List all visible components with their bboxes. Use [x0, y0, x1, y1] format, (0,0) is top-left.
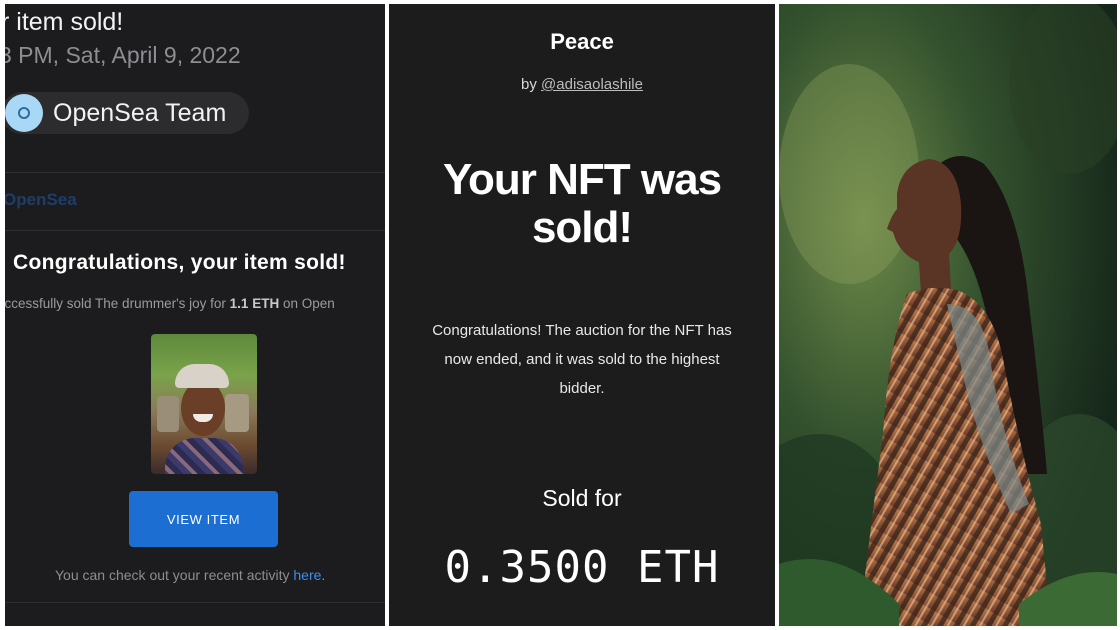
email-footer: You can check out your recent activity h…	[55, 567, 325, 583]
body-prefix: uccessfully sold The drummer's joy for	[5, 296, 230, 311]
photo-scene	[779, 4, 1117, 626]
by-label: by	[521, 76, 537, 93]
body-amount: 1.1 ETH	[229, 296, 280, 311]
sold-headline: Your NFT was sold!	[389, 156, 775, 252]
cash-bundle-left	[157, 396, 179, 432]
nft-title: Peace	[550, 29, 614, 54]
sender-chip[interactable]: OpenSea Team	[5, 92, 249, 134]
face	[181, 380, 225, 436]
hat	[175, 364, 229, 388]
cash-bundle-right	[225, 394, 249, 432]
footer-text: You can check out your recent activity	[55, 567, 294, 583]
divider	[5, 602, 385, 603]
dress	[165, 438, 243, 474]
divider	[5, 230, 385, 231]
activity-link[interactable]: here	[293, 567, 321, 583]
artist-link[interactable]: @adisaolashile	[541, 76, 643, 93]
nft-thumbnail-image[interactable]	[151, 334, 257, 474]
email-panel: r item sold! 3 PM, Sat, April 9, 2022 Op…	[5, 4, 385, 626]
footer-end: .	[321, 567, 326, 583]
sale-price: 0.3500 ETH	[444, 542, 720, 593]
nft-byline: by @adisaolashile	[389, 76, 775, 93]
nft-sold-panel: Peace by @adisaolashile Your NFT was sol…	[389, 4, 775, 626]
sold-headline-line2: sold!	[531, 203, 633, 252]
email-headline: Congratulations, your item sold!	[13, 251, 346, 274]
portrait-photo	[779, 4, 1117, 626]
email-date: 3 PM, Sat, April 9, 2022	[5, 42, 241, 68]
avatar	[5, 94, 43, 132]
sold-for-label: Sold for	[542, 485, 622, 511]
foliage-blur	[779, 64, 919, 284]
divider	[5, 172, 385, 173]
auction-message: Congratulations! The auction for the NFT…	[432, 322, 732, 397]
body-suffix: on Open	[279, 296, 335, 311]
sender-name: OpenSea Team	[53, 99, 227, 127]
sold-headline-line1: Your NFT was	[442, 155, 722, 204]
email-body: uccessfully sold The drummer's joy for 1…	[5, 296, 335, 311]
email-subject: r item sold!	[5, 8, 124, 36]
view-item-button[interactable]: VIEW ITEM	[129, 491, 278, 547]
opensea-logo: OpenSea	[5, 190, 77, 209]
